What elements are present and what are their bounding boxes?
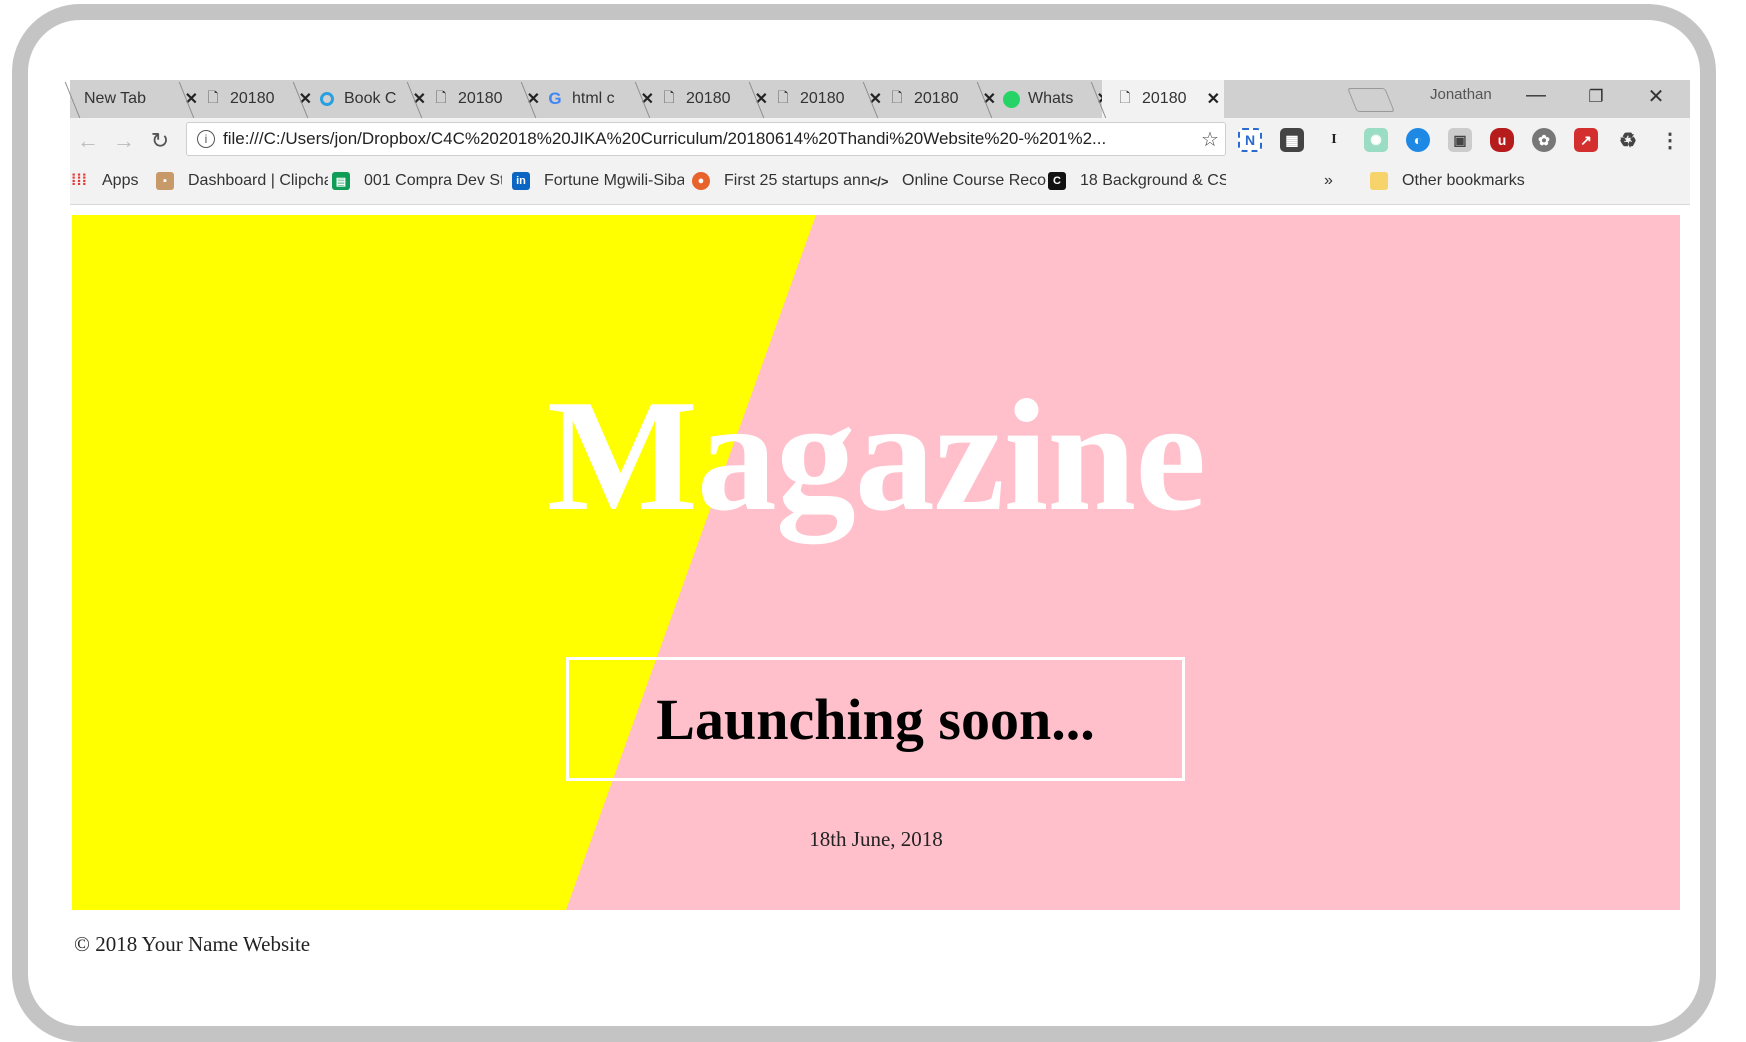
bookmark-startups[interactable]: ● First 25 startups ann [692,172,870,190]
tab-google-search[interactable]: G html c ✕ [532,80,658,118]
apps-grid-icon: ⁞⁞⁞ [71,172,87,189]
launch-box: Launching soon... [566,657,1185,781]
extension-green-icon[interactable]: ✺ [1364,128,1388,152]
tab-file-2[interactable]: 🗋 20180 ✕ [418,80,544,118]
tab-strip: New Tab ✕ 🗋 20180 ✕ Book C ✕ 🗋 20180 ✕ G… [70,80,1690,118]
magazine-title: Magazine [546,366,1206,544]
other-bookmarks-label: Other bookmarks [1402,172,1525,189]
close-window-icon[interactable]: ✕ [1636,84,1676,109]
bookmark-compra[interactable]: ▤ 001 Compra Dev Str [332,172,502,190]
restore-icon[interactable]: ❐ [1576,87,1616,107]
extension-red-icon[interactable]: ↗ [1574,128,1598,152]
url-text: file:///C:/Users/jon/Dropbox/C4C%202018%… [223,129,1107,148]
file-icon: 🗋 [891,89,903,105]
bookmark-label: Dashboard | Clipcha [188,172,328,189]
hero-background [72,215,816,910]
code-icon: </> [869,173,889,189]
file-icon: 🗋 [1119,89,1131,105]
bookmark-online-course[interactable]: </> Online Course Recor [870,172,1046,190]
forward-icon[interactable]: → [110,128,138,154]
recycle-icon[interactable]: ♻ [1616,128,1640,152]
extension-blue-icon[interactable]: ◐ [1406,128,1430,152]
tab-label: 20180 [1142,90,1187,107]
footer-copyright: © 2018 Your Name Website [74,932,311,956]
file-icon: 🗋 [435,89,447,105]
file-icon: 🗋 [663,89,675,105]
qr-code-icon[interactable]: ▦ [1280,128,1304,152]
tab-whatsapp[interactable]: Whats ✕ [988,80,1114,118]
clipchamp-icon: ▪ [156,172,174,190]
back-icon[interactable]: ← [74,128,102,154]
bookmark-label: Online Course Recor [902,172,1046,189]
toolbar: ← → ↻ i file:///C:/Users/jon/Dropbox/C4C… [70,118,1690,162]
bookmark-label: First 25 startups ann [724,172,870,189]
file-icon: 🗋 [207,89,219,105]
google-icon: G [548,89,562,108]
info-icon[interactable]: i [197,130,215,148]
tab-file-5[interactable]: 🗋 20180 ✕ [874,80,1000,118]
bookmarks-overflow-button[interactable]: » [1324,172,1333,190]
extension-gray-icon[interactable]: ✿ [1532,128,1556,152]
folder-icon [1370,172,1388,190]
tab-file-4[interactable]: 🗋 20180 ✕ [760,80,886,118]
bookmark-label: 18 Background & CS [1080,172,1226,189]
tab-label: 20180 [914,90,959,107]
tab-book[interactable]: Book C ✕ [304,80,430,118]
page-hero: Magazine Launching soon... 18th June, 20… [72,215,1680,910]
bookmarks-bar: ⁞⁞⁞ Apps ▪ Dashboard | Clipcha ▤ 001 Com… [70,162,1690,205]
circle-icon [318,90,336,108]
yellow-panel [72,215,816,910]
tab-label: html c [572,90,615,107]
minimize-icon[interactable]: — [1516,84,1556,107]
extension-n-icon[interactable]: N [1238,128,1262,152]
tab-file-active[interactable]: 🗋 20180 ✕ [1102,80,1224,118]
profile-name[interactable]: Jonathan [1430,86,1492,103]
tab-file-1[interactable]: 🗋 20180 ✕ [190,80,316,118]
reload-icon[interactable]: ↻ [146,128,174,154]
whatsapp-icon [1002,90,1020,108]
tab-file-3[interactable]: 🗋 20180 ✕ [646,80,772,118]
tab-label: New Tab [84,90,146,107]
linkedin-icon: in [512,172,530,190]
bookmark-label: Fortune Mgwili-Siba [544,172,684,189]
tab-label: 20180 [230,90,275,107]
bookmark-label: 001 Compra Dev Str [364,172,502,189]
file-icon: 🗋 [777,89,789,105]
bookmark-label: Apps [102,172,139,189]
tab-label: Book C [344,90,397,107]
bookmark-clipchamp[interactable]: ▪ Dashboard | Clipcha [156,172,328,190]
text-cursor-icon[interactable]: I [1322,128,1346,152]
launch-date: 18th June, 2018 [809,827,943,851]
menu-icon[interactable]: ⋮ [1658,128,1682,152]
new-tab-button[interactable] [1347,88,1395,112]
tab-label: 20180 [458,90,503,107]
tab-label: 20180 [686,90,731,107]
sheets-icon: ▤ [332,172,350,190]
ublock-icon[interactable]: u [1490,128,1514,152]
bookmark-star-icon[interactable]: ☆ [1195,127,1225,152]
other-bookmarks[interactable]: Other bookmarks [1370,172,1525,190]
c-logo-icon: C [1048,172,1066,190]
browser-window: New Tab ✕ 🗋 20180 ✕ Book C ✕ 🗋 20180 ✕ G… [70,80,1690,206]
tab-label: Whats [1028,90,1074,107]
bookmark-linkedin[interactable]: in Fortune Mgwili-Siba [512,172,684,190]
close-tab-icon[interactable]: ✕ [1207,89,1220,109]
extension-box-icon[interactable]: ▣ [1448,128,1472,152]
startup-icon: ● [692,172,710,190]
launch-text: Launching soon... [656,686,1095,752]
tab-label: 20180 [800,90,845,107]
tab-new-tab[interactable]: New Tab ✕ [76,80,202,118]
bookmark-background[interactable]: C 18 Background & CS [1048,172,1226,190]
address-bar[interactable]: i file:///C:/Users/jon/Dropbox/C4C%20201… [186,122,1226,156]
bookmark-apps[interactable]: ⁞⁞⁞ Apps [70,172,138,190]
